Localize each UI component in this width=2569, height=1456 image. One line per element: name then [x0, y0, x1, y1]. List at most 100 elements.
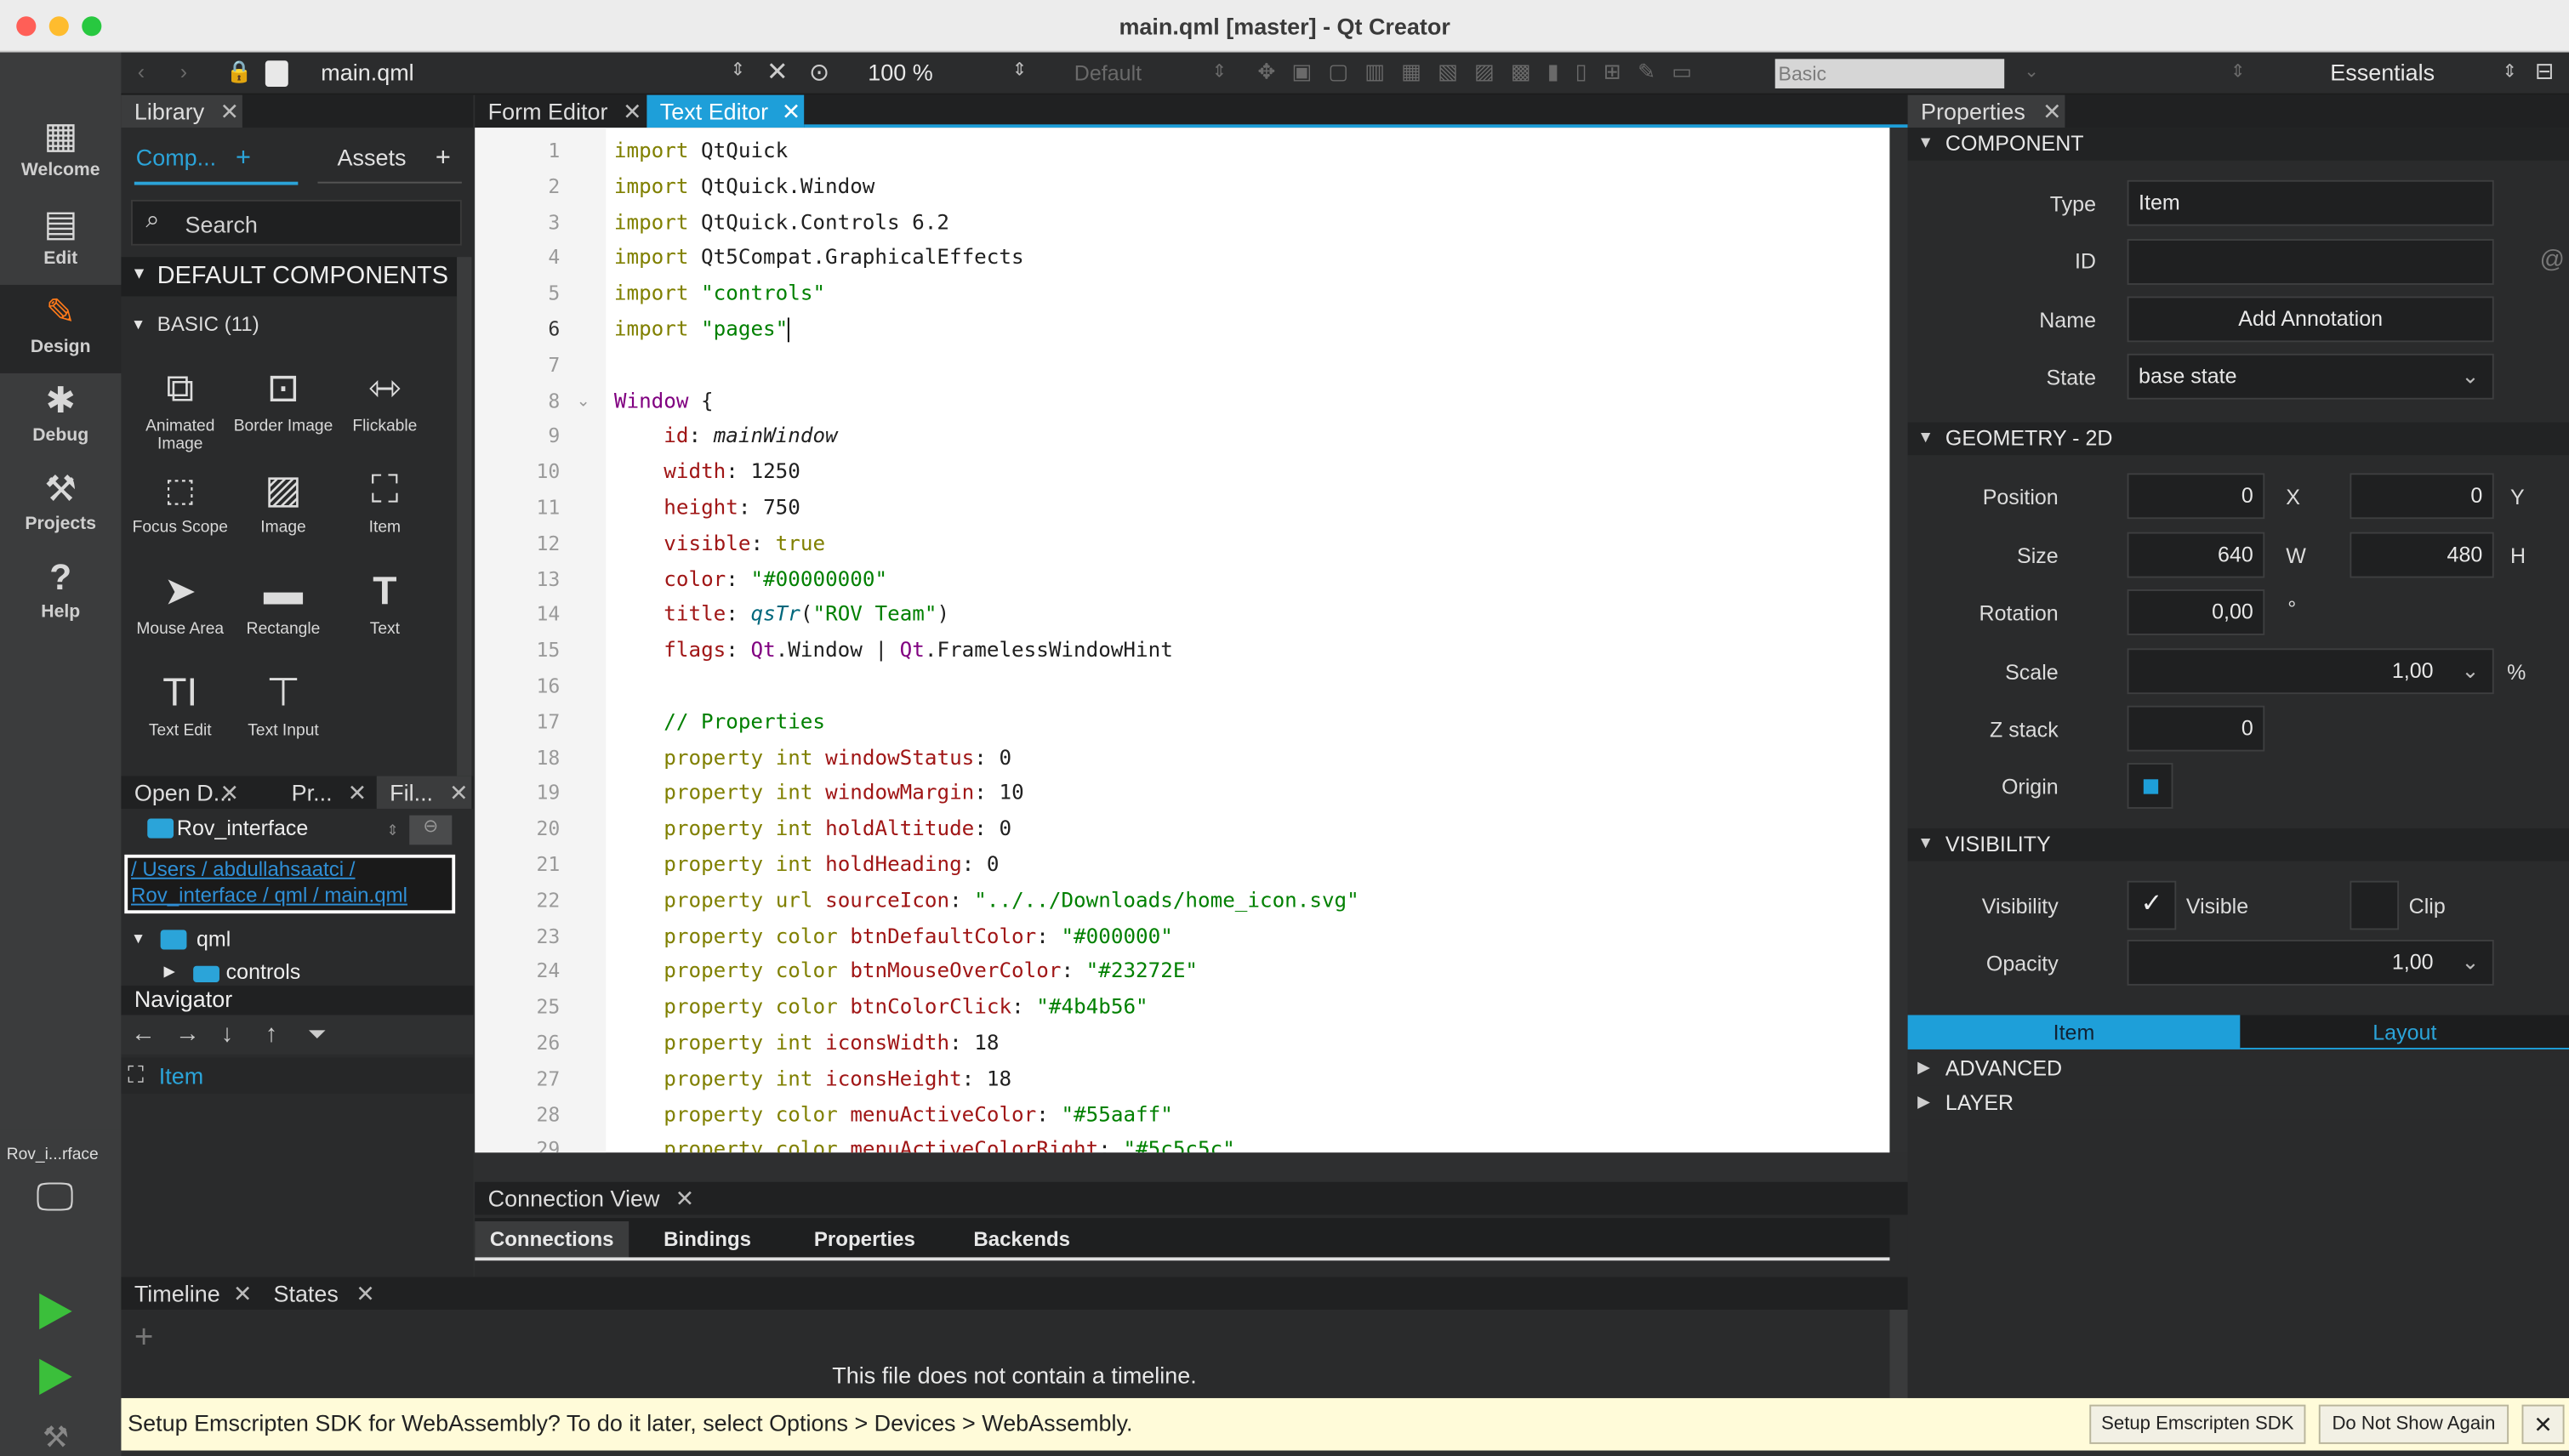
- tab-form-editor[interactable]: Form Editor ✕: [475, 95, 645, 128]
- code-line[interactable]: import QtQuick.Controls 6.2: [614, 209, 949, 234]
- clip-checkbox[interactable]: [2350, 880, 2400, 930]
- components-tab[interactable]: Comp... +: [136, 144, 251, 173]
- arrow-down-icon[interactable]: ↓: [221, 1020, 233, 1048]
- navigator-item-root[interactable]: ⛶ Item: [121, 1057, 474, 1094]
- tab-connection-view[interactable]: Connection View ✕: [475, 1182, 698, 1215]
- mode-design[interactable]: ✎ Design: [0, 284, 122, 373]
- rotation-field[interactable]: 0,00: [2127, 589, 2265, 635]
- code-line[interactable]: property color btnColorClick: "#4b4b56": [614, 994, 1148, 1019]
- component-animated-image[interactable]: ⧉ Animated Image: [129, 367, 231, 453]
- code-line[interactable]: property int holdAltitude: 0: [614, 816, 1011, 840]
- size-height-field[interactable]: 480: [2350, 532, 2494, 578]
- debug-run-icon[interactable]: [39, 1358, 72, 1396]
- section-component[interactable]: ▼ COMPONENT: [1907, 128, 2569, 161]
- zoom-selector[interactable]: 100 %: [868, 59, 932, 85]
- code-line[interactable]: flags: Qt.Window | Qt.FramelessWindowHin…: [614, 637, 1173, 662]
- code-line[interactable]: property color btnDefaultColor: "#000000…: [614, 923, 1173, 947]
- tab-properties[interactable]: Properties: [786, 1221, 943, 1257]
- component-text[interactable]: T Text: [334, 570, 436, 639]
- tab-projects[interactable]: Pr... ✕: [278, 776, 370, 809]
- timeline-scrollbar[interactable]: [1889, 1310, 1908, 1398]
- code-line[interactable]: property color btnMouseOverColor: "#2327…: [614, 958, 1198, 983]
- run-icon[interactable]: [39, 1293, 72, 1330]
- theme-field[interactable]: Basic: [1774, 59, 2005, 88]
- group-basic[interactable]: ▼ BASIC (11): [121, 310, 457, 343]
- close-icon[interactable]: ✕: [233, 1277, 253, 1311]
- code-line[interactable]: import QtQuick: [614, 138, 788, 162]
- visible-checkbox[interactable]: ✓: [2127, 880, 2177, 930]
- library-scrollbar[interactable]: [457, 257, 472, 776]
- tree-item-controls[interactable]: controls: [226, 959, 301, 984]
- code-line[interactable]: property url sourceIcon: "../../Download…: [614, 887, 1359, 912]
- project-selector[interactable]: Rov_interface: [177, 816, 308, 840]
- code-line[interactable]: property color menuActiveColor: "#55aaff…: [614, 1101, 1173, 1126]
- alias-icon[interactable]: @: [2540, 246, 2565, 274]
- close-icon[interactable]: ✕: [356, 1277, 375, 1311]
- style-selector[interactable]: Default: [1074, 60, 1142, 85]
- workspace-selector[interactable]: Essentials: [2330, 59, 2435, 85]
- setup-emscripten-button[interactable]: Setup Emscripten SDK: [2089, 1404, 2306, 1444]
- close-icon[interactable]: ✕: [2042, 95, 2062, 128]
- plus-icon[interactable]: +: [134, 1320, 153, 1357]
- code-line[interactable]: // Properties: [614, 708, 825, 733]
- code-line[interactable]: Window {: [614, 387, 714, 412]
- tab-file-system[interactable]: Fil... ✕: [376, 776, 472, 809]
- tab-properties-panel[interactable]: Properties ✕: [1907, 94, 2065, 128]
- position-x-field[interactable]: 0: [2127, 473, 2265, 520]
- close-icon[interactable]: ✕: [348, 776, 367, 809]
- code-line[interactable]: color: "#00000000": [614, 566, 887, 590]
- do-not-show-again-button[interactable]: Do Not Show Again: [2318, 1404, 2509, 1444]
- component-text-input[interactable]: ⊤ Text Input: [232, 671, 333, 740]
- tab-text-editor[interactable]: Text Editor ✕: [647, 94, 805, 128]
- search-input[interactable]: ⌕ Search: [131, 199, 462, 246]
- add-annotation-button[interactable]: Add Annotation: [2127, 296, 2494, 343]
- close-icon[interactable]: ✕: [766, 55, 789, 88]
- build-icon[interactable]: ⚒: [43, 1421, 69, 1455]
- editor-scrollbar[interactable]: [1889, 128, 1908, 1153]
- tab-library[interactable]: Library ✕: [121, 94, 242, 128]
- component-mouse-area[interactable]: ➤ Mouse Area: [129, 570, 231, 639]
- filter-icon[interactable]: ⏷: [308, 1020, 327, 1048]
- path-line-1[interactable]: / Users / abdullahsaatci /: [131, 858, 355, 881]
- path-line-2[interactable]: Rov_interface / qml / main.qml: [131, 884, 407, 907]
- code-line[interactable]: property int holdHeading: 0: [614, 851, 999, 876]
- zstack-field[interactable]: 0: [2127, 705, 2265, 752]
- component-text-edit[interactable]: TI Text Edit: [129, 671, 231, 740]
- code-line[interactable]: property int iconsHeight: 18: [614, 1066, 1011, 1090]
- close-icon[interactable]: ✕: [782, 95, 801, 128]
- tab-timeline[interactable]: Timeline ✕: [121, 1277, 255, 1311]
- fold-chevron-icon[interactable]: ⌄: [577, 392, 590, 410]
- type-field[interactable]: Item: [2127, 179, 2494, 226]
- open-file-selector[interactable]: main.qml: [321, 59, 413, 85]
- close-icon[interactable]: ✕: [623, 95, 642, 128]
- tab-connections[interactable]: Connections: [475, 1221, 629, 1258]
- layout-tools-icons[interactable]: ✥▣▢▥▦▧▨▩▮▯⊞✎▭: [1257, 59, 1708, 85]
- position-y-field[interactable]: 0: [2350, 473, 2494, 520]
- section-advanced[interactable]: ▶ ADVANCED: [1907, 1052, 2569, 1086]
- close-icon[interactable]: ✕: [675, 1182, 695, 1215]
- arrow-up-icon[interactable]: ↑: [265, 1020, 277, 1048]
- component-border-image[interactable]: ⊡ Border Image: [232, 367, 333, 435]
- section-default-components[interactable]: ▼ DEFAULT COMPONENTS: [121, 257, 458, 297]
- mode-edit[interactable]: ▤ Edit: [0, 196, 121, 285]
- code-line[interactable]: import "controls": [614, 281, 825, 305]
- monitor-icon[interactable]: 🖵: [36, 1175, 74, 1221]
- code-line[interactable]: import "pages": [614, 316, 790, 343]
- component-rectangle[interactable]: ▬ Rectangle: [232, 570, 333, 639]
- code-line[interactable]: import QtQuick.Window: [614, 173, 875, 198]
- code-line[interactable]: property int iconsWidth: 18: [614, 1030, 999, 1055]
- code-editor[interactable]: 1 2 3 4 5 6 7 8 9 10 11 12 13 14 15 16 17 18 19 20 21 22 23 24 2…: [475, 128, 1890, 1153]
- tab-states[interactable]: States ✕: [260, 1277, 379, 1311]
- plus-icon[interactable]: +: [436, 144, 451, 172]
- code-line[interactable]: property color menuActiveColorRight: "#5…: [614, 1137, 1235, 1152]
- code-line[interactable]: height: 750: [614, 494, 800, 519]
- code-line[interactable]: visible: true: [614, 530, 825, 555]
- play-circle-icon[interactable]: ⊙: [809, 57, 829, 87]
- size-width-field[interactable]: 640: [2127, 532, 2265, 578]
- tab-item[interactable]: Item: [1907, 1015, 2241, 1049]
- section-layer[interactable]: ▶ LAYER: [1907, 1087, 2569, 1120]
- mode-welcome[interactable]: ▦ Welcome: [0, 108, 121, 196]
- arrow-right-icon[interactable]: →: [175, 1020, 200, 1048]
- assets-tab[interactable]: Assets +: [338, 144, 451, 173]
- close-icon[interactable]: ✕: [219, 95, 239, 128]
